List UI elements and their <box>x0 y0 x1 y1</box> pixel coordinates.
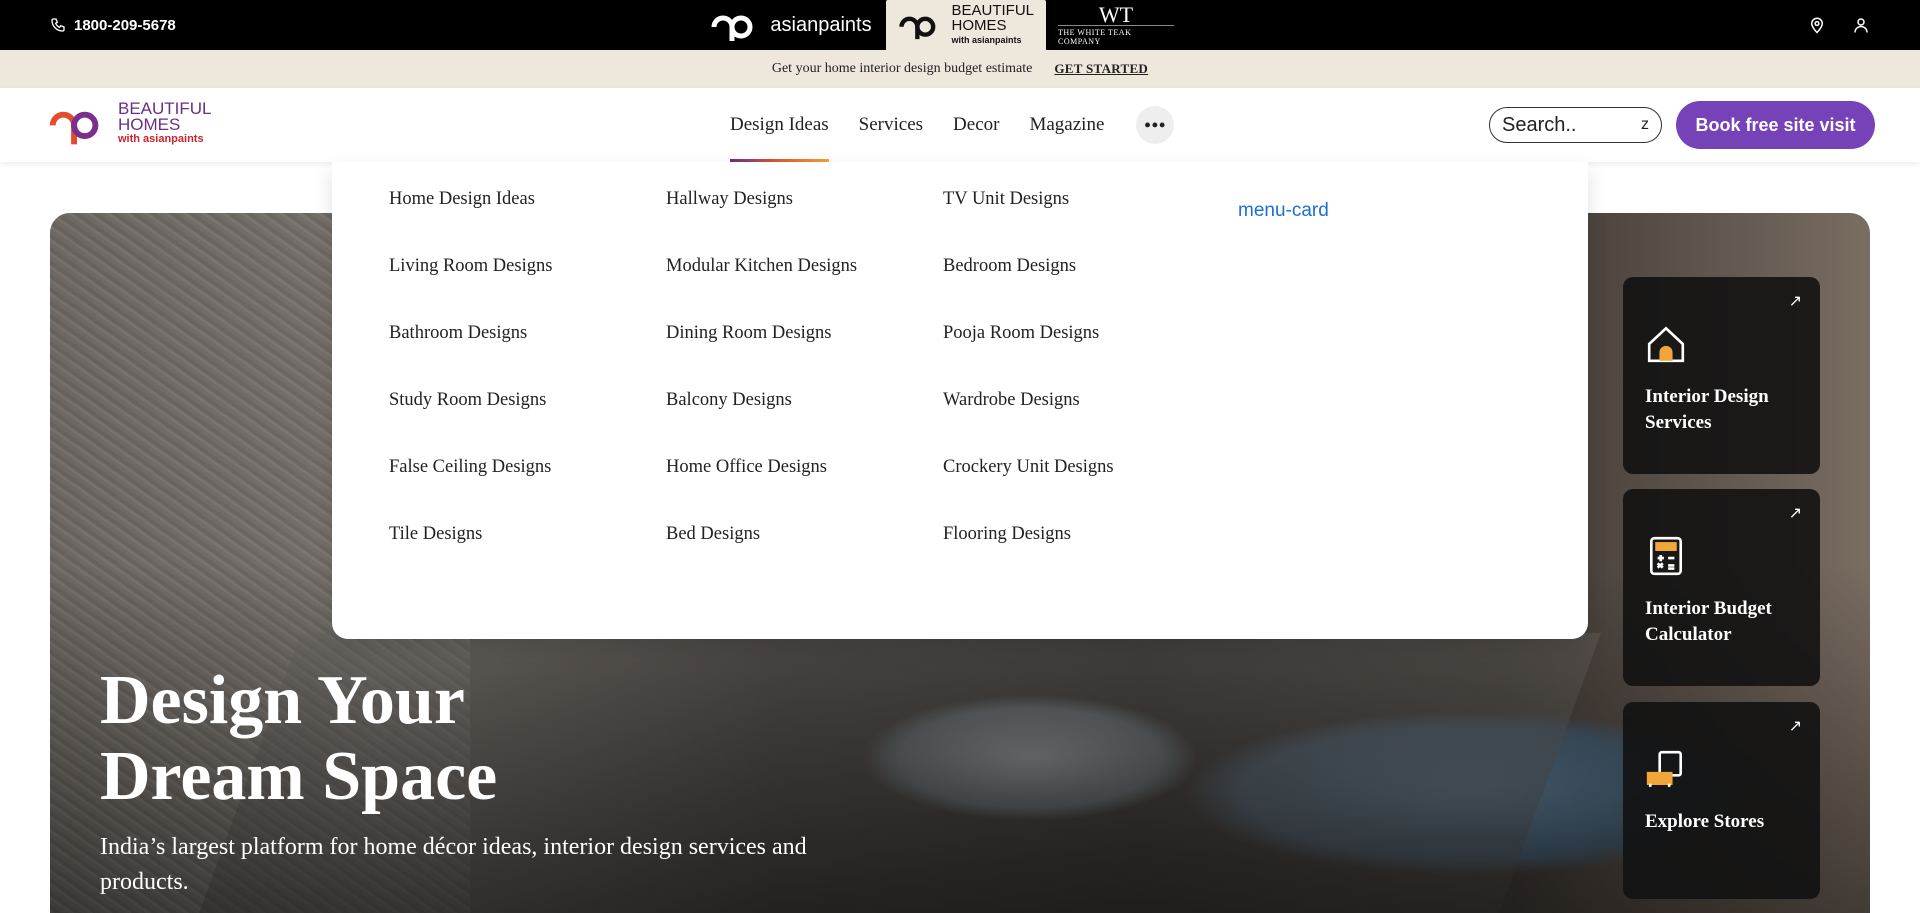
search-shortcut-key: z <box>1641 116 1649 133</box>
white-teak-logo: WT <box>1098 1 1134 27</box>
menu-item-home-office-designs[interactable]: Home Office Designs <box>666 457 857 524</box>
menu-item-wardrobe-designs[interactable]: Wardrobe Designs <box>943 390 1114 457</box>
hero-subtitle: India’s largest platform for home décor … <box>100 834 807 895</box>
menu-item-study-room-designs[interactable]: Study Room Designs <box>389 390 552 457</box>
nav-decor[interactable]: Decor <box>953 88 999 162</box>
beautiful-homes-logo-icon <box>49 111 99 145</box>
promo-bar: Get your home interior design budget est… <box>0 50 1920 88</box>
nav-links: Design Ideas Services Decor Magazine ••• <box>730 88 1175 162</box>
location-icon[interactable] <box>1808 16 1826 34</box>
menu-item-tv-unit-designs[interactable]: TV Unit Designs <box>943 189 1114 256</box>
menu-column-3: TV Unit Designs Bedroom Designs Pooja Ro… <box>943 189 1114 591</box>
hero-title: Design Your Dream Space <box>100 662 498 815</box>
promo-text: Get your home interior design budget est… <box>771 61 1033 76</box>
brand-beautiful-homes[interactable]: BEAUTIFUL HOMES with asianpaints <box>886 0 1046 50</box>
card-label: Interior Design Services <box>1645 386 1769 433</box>
brand-white-teak[interactable]: WT THE WHITE TEAK COMPANY <box>1046 0 1186 50</box>
beautiful-homes-logo-icon <box>899 16 936 40</box>
menu-item-crockery-unit-designs[interactable]: Crockery Unit Designs <box>943 457 1114 524</box>
search-box[interactable]: z <box>1489 107 1662 143</box>
nav-services[interactable]: Services <box>859 88 923 162</box>
menu-card-label: menu-card <box>1238 200 1329 221</box>
search-input[interactable] <box>1502 113 1622 137</box>
explore-stores-card[interactable]: ↗ Explore Stores <box>1623 702 1820 899</box>
arrow-up-right-icon: ↗ <box>1788 503 1802 522</box>
menu-item-bathroom-designs[interactable]: Bathroom Designs <box>389 323 552 390</box>
asianpaints-wordmark: asianpaints <box>770 13 872 36</box>
arrow-up-right-icon: ↗ <box>1788 291 1802 310</box>
arrow-up-right-icon: ↗ <box>1788 716 1802 735</box>
brand-switcher: asianpaints BEAUTIFUL HOMES with asianpa… <box>696 0 1186 50</box>
menu-item-home-design-ideas[interactable]: Home Design Ideas <box>389 189 552 256</box>
nav-magazine[interactable]: Magazine <box>1029 88 1104 162</box>
top-bar: 1800-209-5678 asianpaints BEAUTIFUL HOME… <box>0 0 1920 50</box>
sofa-store-icon <box>1646 750 1683 787</box>
menu-item-living-room-designs[interactable]: Living Room Designs <box>389 256 552 323</box>
interior-budget-calculator-card[interactable]: ↗ Interior Budget Calculator <box>1623 489 1820 686</box>
brand-asianpaints[interactable]: asianpaints <box>696 0 886 50</box>
menu-item-pooja-room-designs[interactable]: Pooja Room Designs <box>943 323 1114 390</box>
get-started-link[interactable]: GET STARTED <box>1054 61 1148 77</box>
site-logo[interactable]: BEAUTIFUL HOMES with asianpaints <box>48 98 212 148</box>
phone-number: 1800-209-5678 <box>74 16 176 34</box>
menu-item-hallway-designs[interactable]: Hallway Designs <box>666 189 857 256</box>
menu-item-flooring-designs[interactable]: Flooring Designs <box>943 524 1114 591</box>
design-ideas-dropdown: Home Design Ideas Living Room Designs Ba… <box>332 162 1588 639</box>
menu-item-false-ceiling-designs[interactable]: False Ceiling Designs <box>389 457 552 524</box>
book-site-visit-button[interactable]: Book free site visit <box>1676 101 1875 149</box>
menu-item-dining-room-designs[interactable]: Dining Room Designs <box>666 323 857 390</box>
menu-item-balcony-designs[interactable]: Balcony Designs <box>666 390 857 457</box>
phone-icon <box>51 18 65 32</box>
asianpaints-logo-icon <box>711 15 753 41</box>
menu-item-modular-kitchen-designs[interactable]: Modular Kitchen Designs <box>666 256 857 323</box>
menu-item-bedroom-designs[interactable]: Bedroom Designs <box>943 256 1114 323</box>
menu-item-tile-designs[interactable]: Tile Designs <box>389 524 552 591</box>
calculator-icon <box>1649 536 1683 576</box>
card-label: Interior Budget Calculator <box>1645 598 1772 645</box>
main-navigation: BEAUTIFUL HOMES with asianpaints Design … <box>0 88 1920 162</box>
nav-design-ideas[interactable]: Design Ideas <box>730 88 829 162</box>
beautiful-homes-wordmark: BEAUTIFUL HOMES with asianpaints <box>951 1 1034 45</box>
phone-contact[interactable]: 1800-209-5678 <box>50 0 176 50</box>
menu-column-2: Hallway Designs Modular Kitchen Designs … <box>666 189 857 591</box>
logo-wordmark: BEAUTIFUL HOMES with asianpaints <box>118 98 212 145</box>
top-icons <box>1808 0 1870 50</box>
white-teak-name: THE WHITE TEAK COMPANY <box>1058 24 1174 46</box>
menu-item-bed-designs[interactable]: Bed Designs <box>666 524 857 591</box>
card-label: Explore Stores <box>1645 811 1765 832</box>
more-menu-button[interactable]: ••• <box>1136 106 1175 144</box>
house-icon <box>1647 326 1685 363</box>
interior-design-services-card[interactable]: ↗ Interior Design Services <box>1623 277 1820 474</box>
user-icon[interactable] <box>1852 16 1870 34</box>
menu-column-1: Home Design Ideas Living Room Designs Ba… <box>389 189 552 591</box>
